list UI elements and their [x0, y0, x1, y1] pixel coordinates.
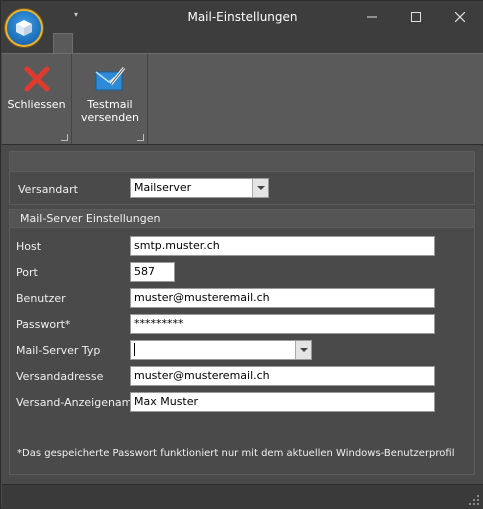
resize-grip-icon[interactable] [469, 495, 479, 505]
status-bar [2, 484, 483, 509]
ribbon-group-close: Schliessen [2, 54, 72, 144]
content-area: Versandart Mailserver Mail-Server Einste… [2, 146, 483, 484]
displayname-label: Versand-Anzeigename [16, 396, 140, 409]
password-label: Passwort* [16, 318, 71, 331]
maximize-icon [411, 12, 421, 22]
app-menu-button[interactable] [5, 9, 43, 47]
password-note: *Das gespeicherte Passwort funktioniert … [17, 448, 455, 459]
testmail-button[interactable]: Testmail versenden [75, 58, 145, 132]
ribbon-group-testmail: Testmail versenden [73, 54, 148, 144]
group-launcher-icon[interactable] [137, 134, 144, 141]
chevron-down-icon[interactable] [252, 179, 268, 197]
panel-header: Mail-Server Einstellungen [10, 210, 474, 228]
title-bar: ▾ Mail-Einstellungen [1, 1, 483, 33]
port-field[interactable]: 587 [130, 262, 175, 282]
schliessen-button[interactable]: Schliessen [4, 58, 69, 132]
minimize-button[interactable] [349, 1, 395, 33]
versandart-value: Mailserver [134, 181, 192, 194]
panel-header [10, 152, 474, 172]
close-icon [455, 12, 465, 22]
mail-settings-window: ▾ Mail-Einstellungen Schliessen Testmail… [0, 0, 483, 509]
testmail-label-line1: Testmail [87, 98, 133, 111]
displayname-field[interactable]: Max Muster [130, 392, 435, 412]
mail-pen-icon [95, 67, 126, 91]
text-cursor [134, 342, 135, 356]
user-field[interactable]: muster@musteremail.ch [130, 288, 435, 308]
sender-label: Versandadresse [16, 370, 104, 383]
servertype-select[interactable] [130, 340, 312, 360]
user-label: Benutzer [16, 292, 66, 305]
minimize-icon [367, 16, 377, 18]
versandart-select[interactable]: Mailserver [130, 178, 269, 198]
sender-field[interactable]: muster@musteremail.ch [130, 366, 435, 386]
section-title: Mail-Server Einstellungen [20, 212, 161, 225]
servertype-label: Mail-Server Typ [16, 344, 101, 357]
versandart-label: Versandart [18, 183, 78, 196]
chevron-down-icon[interactable] [295, 341, 311, 359]
schliessen-label: Schliessen [7, 98, 66, 111]
testmail-label-line2: versenden [81, 111, 139, 124]
host-label: Host [16, 240, 42, 253]
red-x-icon [24, 66, 49, 92]
versandart-panel: Versandart Mailserver [9, 151, 475, 205]
app-cube-icon [16, 20, 32, 36]
ribbon-tab-row [1, 33, 483, 53]
close-window-button[interactable] [437, 1, 483, 33]
password-field[interactable]: ********* [130, 314, 435, 334]
host-field[interactable]: smtp.muster.ch [130, 236, 435, 256]
mailserver-settings-panel: Mail-Server Einstellungen Host smtp.must… [9, 209, 475, 475]
port-label: Port [16, 266, 38, 279]
ribbon-panel: Schliessen Testmail versenden [2, 53, 483, 145]
group-launcher-icon[interactable] [61, 134, 68, 141]
maximize-button[interactable] [393, 1, 439, 33]
ribbon-tab[interactable] [53, 33, 73, 55]
